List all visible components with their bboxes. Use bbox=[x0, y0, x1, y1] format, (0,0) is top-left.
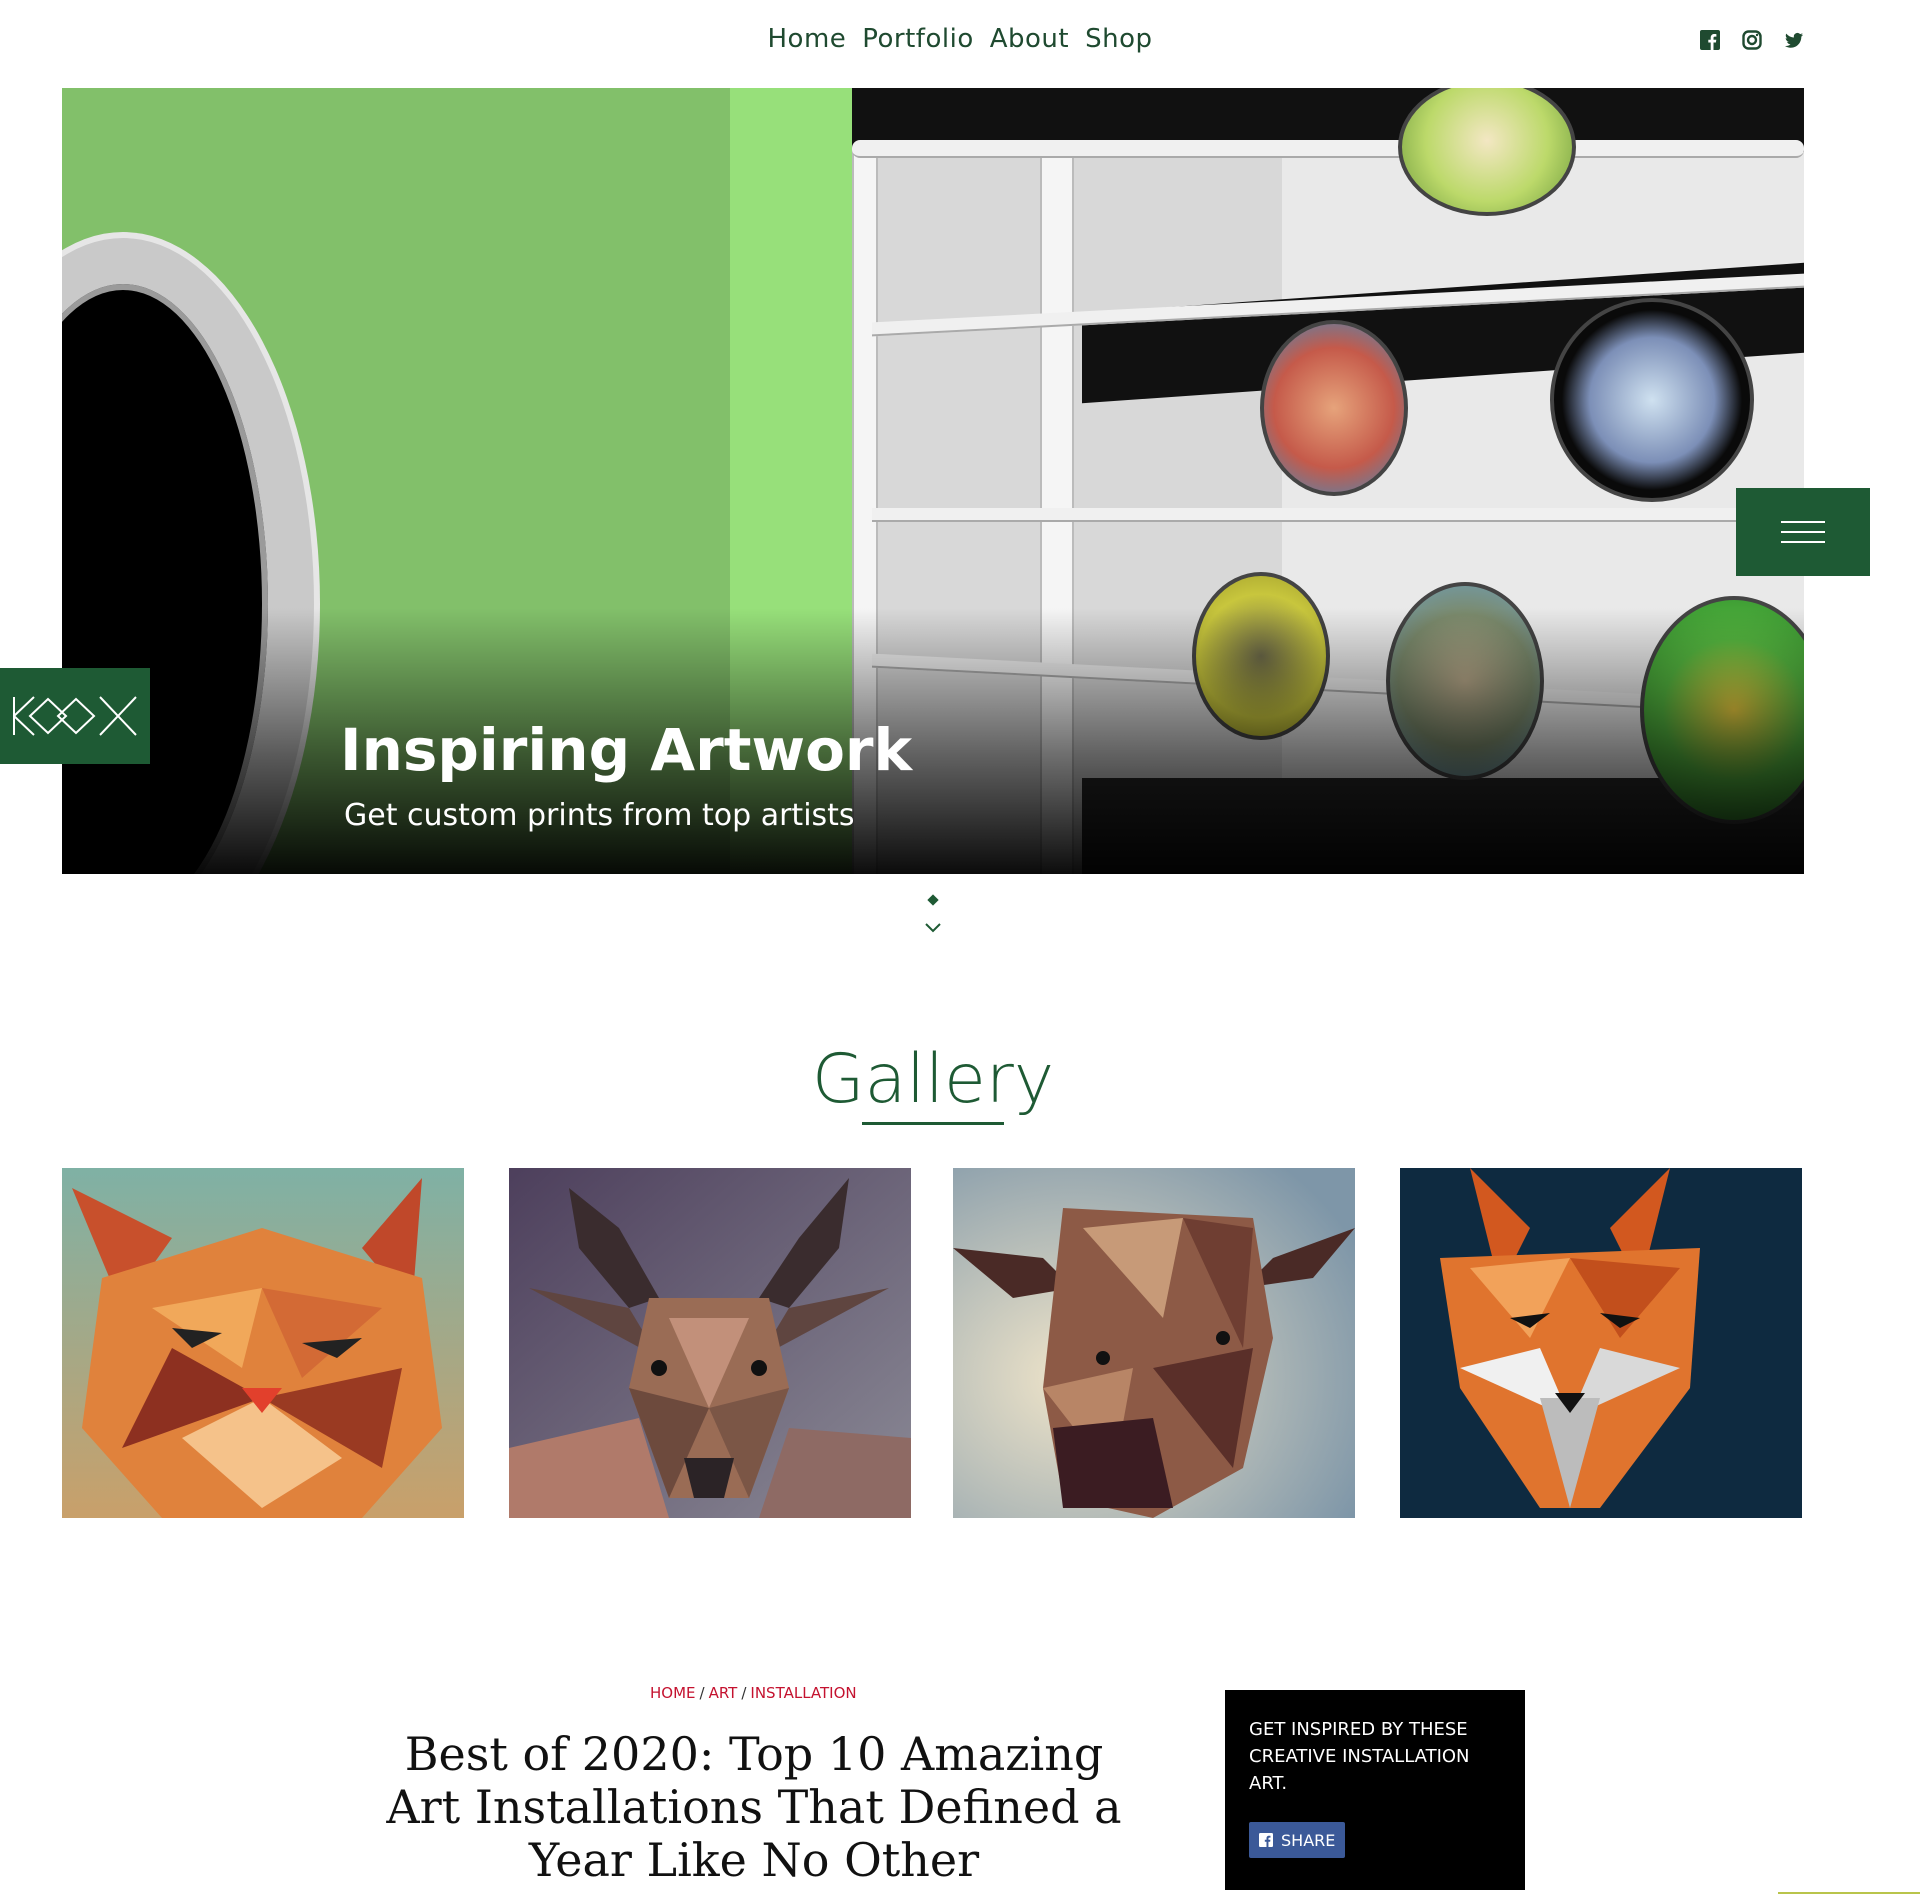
menu-line bbox=[1781, 531, 1825, 533]
breadcrumb-separator: / bbox=[699, 1684, 705, 1702]
nav-about-link[interactable]: About bbox=[990, 24, 1069, 68]
gallery-item-cat[interactable] bbox=[62, 1168, 464, 1518]
gallery-underline bbox=[862, 1122, 1004, 1125]
hero-shelf-rail bbox=[852, 140, 1804, 158]
facebook-icon[interactable] bbox=[1700, 30, 1722, 52]
gallery-item-bull[interactable] bbox=[953, 1168, 1355, 1518]
promo-text: GET INSPIRED BY THESE CREATIVE INSTALLAT… bbox=[1249, 1719, 1470, 1794]
share-label: SHARE bbox=[1281, 1830, 1336, 1850]
menu-line bbox=[1781, 521, 1825, 523]
cat-artwork bbox=[62, 1168, 464, 1518]
breadcrumb-art-link[interactable]: ART bbox=[709, 1684, 738, 1702]
hamburger-menu-button[interactable] bbox=[1736, 488, 1870, 576]
breadcrumb-installation-link[interactable]: INSTALLATION bbox=[750, 1684, 856, 1702]
deer-artwork bbox=[509, 1168, 911, 1518]
nav-portfolio-link[interactable]: Portfolio bbox=[862, 24, 973, 68]
hero-plate-artwork bbox=[1260, 320, 1408, 496]
main-nav: Home Portfolio About Shop bbox=[0, 24, 1920, 68]
nav-shop-link[interactable]: Shop bbox=[1085, 24, 1152, 68]
site-logo[interactable] bbox=[0, 668, 150, 764]
facebook-icon bbox=[1259, 1833, 1273, 1847]
gallery-heading: Gallery bbox=[811, 1040, 1055, 1119]
twitter-icon[interactable] bbox=[1784, 30, 1806, 52]
breadcrumb-separator: / bbox=[741, 1684, 747, 1702]
hero-shelf bbox=[872, 508, 1804, 522]
hero-title: Inspiring Artwork bbox=[340, 716, 913, 784]
instagram-icon[interactable] bbox=[1742, 30, 1764, 52]
breadcrumb: HOME / ART / INSTALLATION bbox=[650, 1684, 857, 1702]
hero-banner: Inspiring Artwork Get custom prints from… bbox=[62, 88, 1804, 874]
chevron-down-icon[interactable] bbox=[924, 922, 942, 934]
gallery-item-fox[interactable] bbox=[1400, 1168, 1802, 1518]
menu-line bbox=[1781, 541, 1825, 543]
slide-indicator-dot[interactable] bbox=[927, 894, 939, 906]
article-title: Best of 2020: Top 10 Amazing Art Install… bbox=[386, 1727, 1122, 1887]
nav-home-link[interactable]: Home bbox=[767, 24, 846, 68]
gallery-item-deer[interactable] bbox=[509, 1168, 911, 1518]
fox-artwork bbox=[1400, 1168, 1802, 1518]
hero-subtitle: Get custom prints from top artists bbox=[344, 798, 855, 833]
decorative-divider bbox=[1778, 1892, 1920, 1894]
hero-text-shade bbox=[62, 608, 1804, 874]
promo-card: GET INSPIRED BY THESE CREATIVE INSTALLAT… bbox=[1225, 1690, 1525, 1890]
breadcrumb-home-link[interactable]: HOME bbox=[650, 1684, 696, 1702]
bull-artwork bbox=[953, 1168, 1355, 1518]
social-links bbox=[1700, 30, 1806, 52]
facebook-share-button[interactable]: SHARE bbox=[1249, 1822, 1346, 1858]
hero-plate-artwork bbox=[1550, 298, 1754, 502]
koox-logo bbox=[13, 696, 137, 736]
